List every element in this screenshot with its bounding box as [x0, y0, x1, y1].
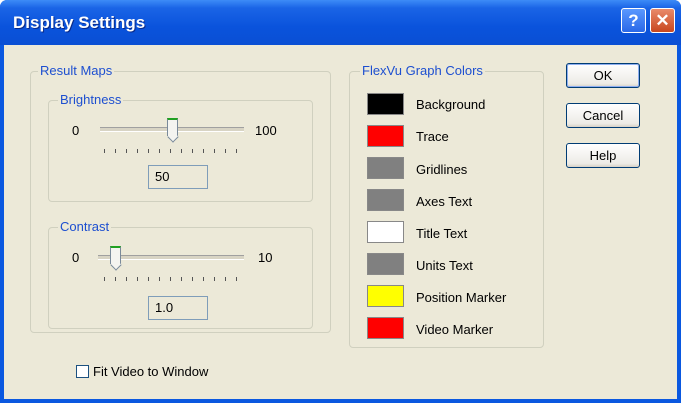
contrast-min-label: 0: [72, 250, 80, 265]
contrast-label: Contrast: [58, 219, 112, 234]
trace-color-swatch[interactable]: [367, 125, 404, 147]
fit-video-label[interactable]: Fit Video to Window: [93, 364, 208, 379]
close-icon[interactable]: ✕: [650, 8, 675, 33]
dialog-title: Display Settings: [13, 13, 146, 32]
brightness-ticks: [104, 149, 237, 153]
title-bar[interactable]: Display Settings ? ✕: [0, 0, 681, 45]
graph-colors-label: FlexVu Graph Colors: [360, 63, 485, 78]
trace-color-label: Trace: [416, 129, 449, 144]
brightness-min-label: 0: [72, 123, 80, 138]
contrast-value-field[interactable]: 1.0: [148, 296, 208, 320]
brightness-max-label: 100: [255, 123, 277, 138]
result-maps-label: Result Maps: [38, 63, 115, 78]
position-marker-color-swatch[interactable]: [367, 285, 404, 307]
background-color-swatch[interactable]: [367, 93, 404, 115]
units-text-color-label: Units Text: [416, 258, 473, 273]
fit-video-checkbox[interactable]: [76, 365, 89, 378]
help-button[interactable]: Help: [566, 143, 640, 168]
units-text-color-swatch[interactable]: [367, 253, 404, 275]
gridlines-color-label: Gridlines: [416, 162, 468, 177]
cancel-button[interactable]: Cancel: [566, 103, 640, 128]
axes-text-color-label: Axes Text: [416, 194, 473, 209]
video-marker-color-swatch[interactable]: [367, 317, 404, 339]
help-icon[interactable]: ?: [621, 8, 646, 33]
contrast-slider-thumb[interactable]: [110, 246, 121, 264]
gridlines-color-swatch[interactable]: [367, 157, 404, 179]
background-color-label: Background: [416, 97, 486, 112]
title-text-color-label: Title Text: [416, 226, 468, 241]
axes-text-color-swatch[interactable]: [367, 189, 404, 211]
brightness-label: Brightness: [58, 92, 124, 107]
brightness-value-field[interactable]: 50: [148, 165, 208, 189]
ok-button[interactable]: OK: [566, 63, 640, 88]
contrast-max-label: 10: [258, 250, 273, 265]
position-marker-color-label: Position Marker: [416, 290, 507, 305]
brightness-slider-thumb[interactable]: [167, 118, 178, 136]
title-text-color-swatch[interactable]: [367, 221, 404, 243]
contrast-ticks: [104, 277, 237, 281]
video-marker-color-label: Video Marker: [416, 322, 494, 337]
